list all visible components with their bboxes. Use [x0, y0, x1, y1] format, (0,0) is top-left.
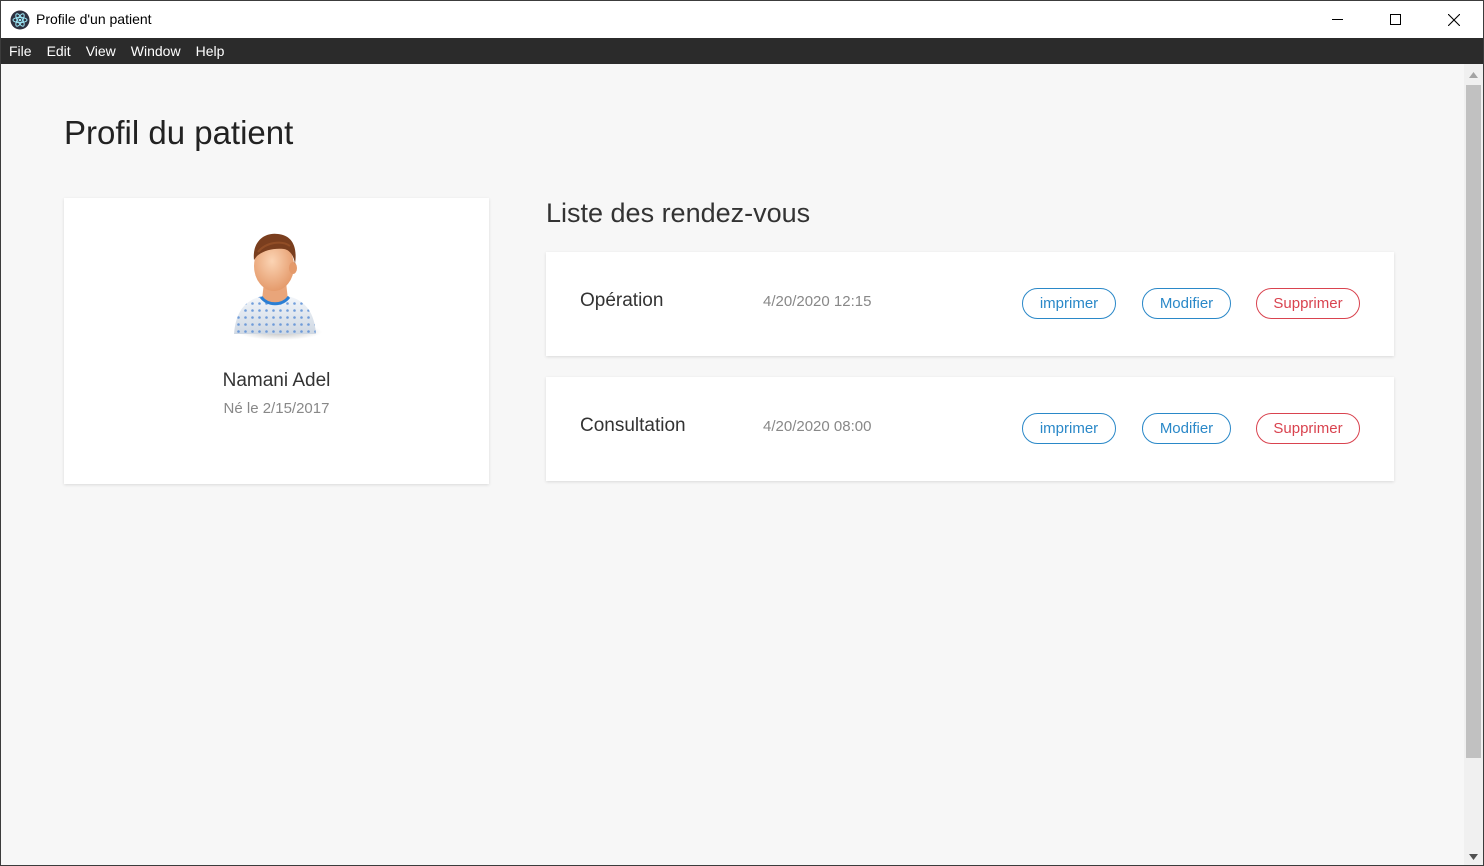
- menu-edit[interactable]: Edit: [42, 38, 76, 64]
- vertical-scrollbar[interactable]: [1464, 64, 1483, 865]
- maximize-button[interactable]: [1366, 1, 1424, 38]
- menu-view[interactable]: View: [81, 38, 121, 64]
- minimize-icon: [1331, 14, 1343, 25]
- chevron-up-icon: [1469, 65, 1478, 83]
- maximize-icon: [1389, 14, 1401, 25]
- main-content: Profil du patient Namani Adel Né le 2/15…: [1, 64, 1464, 865]
- minimize-button[interactable]: [1308, 1, 1366, 38]
- scroll-up-button[interactable]: [1464, 64, 1483, 84]
- delete-button[interactable]: Supprimer: [1256, 413, 1360, 444]
- page-title: Profil du patient: [64, 114, 294, 151]
- appointment-type: Opération: [580, 290, 664, 311]
- print-button[interactable]: imprimer: [1022, 413, 1116, 444]
- appointment-date: 4/20/2020 12:15: [763, 293, 872, 310]
- patient-profile-card: Namani Adel Né le 2/15/2017: [64, 198, 489, 484]
- appointment-type: Consultation: [580, 415, 686, 436]
- edit-button[interactable]: Modifier: [1142, 413, 1231, 444]
- appointments-title: Liste des rendez-vous: [546, 198, 811, 228]
- edit-button[interactable]: Modifier: [1142, 288, 1231, 319]
- app-window: Profile d'un patient File Edit View Wind…: [0, 0, 1484, 866]
- title-bar: Profile d'un patient: [1, 1, 1483, 38]
- window-title: Profile d'un patient: [36, 11, 152, 27]
- menu-help[interactable]: Help: [191, 38, 230, 64]
- appointment-card: Opération 4/20/2020 12:15 imprimer Modif…: [546, 252, 1394, 356]
- patient-birth-date: Né le 2/15/2017: [223, 400, 330, 417]
- close-icon: [1448, 13, 1460, 26]
- patient-avatar-icon: [228, 230, 322, 342]
- menu-bar: File Edit View Window Help: [1, 38, 1483, 64]
- scrollbar-thumb[interactable]: [1466, 85, 1481, 758]
- appointment-date: 4/20/2020 08:00: [763, 418, 872, 435]
- chevron-down-icon: [1469, 847, 1478, 865]
- electron-atom-icon: [10, 10, 30, 30]
- delete-button[interactable]: Supprimer: [1256, 288, 1360, 319]
- scroll-down-button[interactable]: [1464, 846, 1483, 865]
- menu-window[interactable]: Window: [126, 38, 186, 64]
- close-button[interactable]: [1425, 1, 1483, 38]
- patient-name: Namani Adel: [222, 370, 331, 391]
- print-button[interactable]: imprimer: [1022, 288, 1116, 319]
- menu-file[interactable]: File: [4, 38, 37, 64]
- appointment-card: Consultation 4/20/2020 08:00 imprimer Mo…: [546, 377, 1394, 481]
